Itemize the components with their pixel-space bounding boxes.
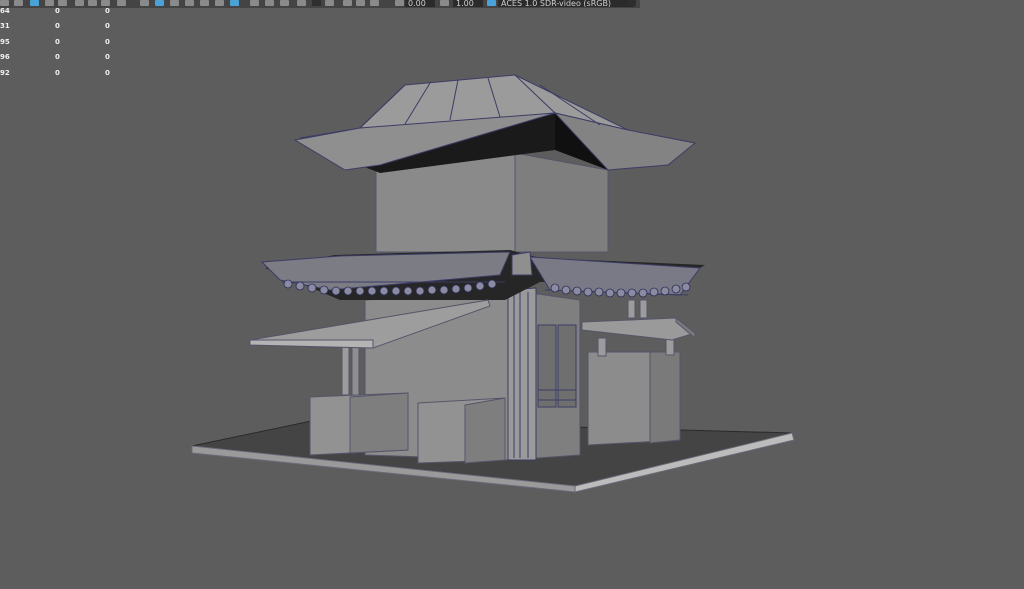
crate-left bbox=[309, 392, 409, 456]
crate-middle bbox=[417, 397, 506, 464]
tiled-roof bbox=[260, 250, 705, 300]
viewport-3d-model[interactable] bbox=[0, 0, 1024, 589]
right-annex bbox=[581, 299, 697, 446]
